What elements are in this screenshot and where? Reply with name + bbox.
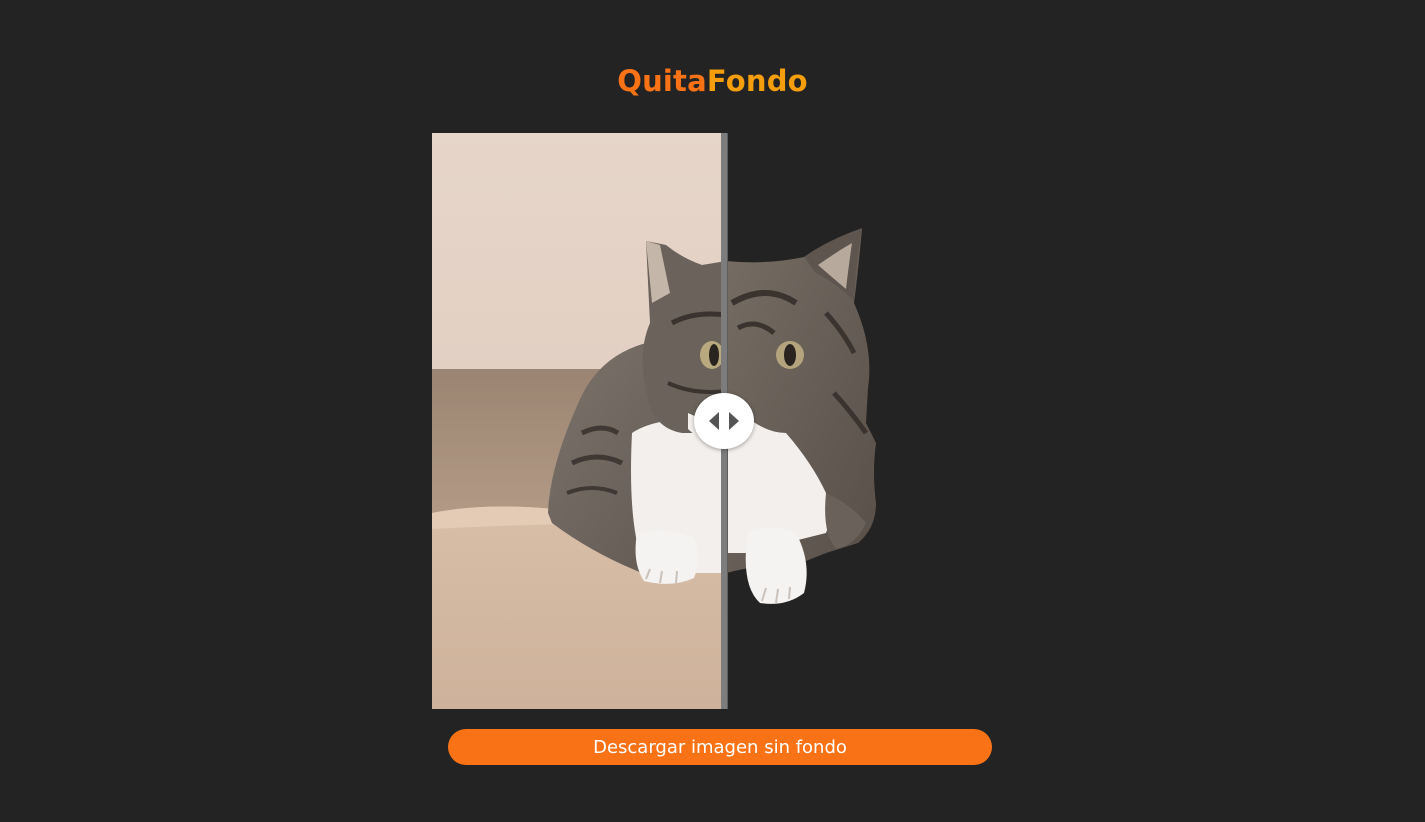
before-after-comparison[interactable] (432, 133, 1022, 709)
left-right-arrows-icon (709, 412, 739, 430)
app-logo: QuitaFondo (0, 64, 1425, 98)
logo-part-quita: Quita (617, 64, 707, 98)
original-image (432, 133, 726, 709)
app-page: QuitaFondo Descargar imagen sin fondo (0, 0, 1425, 822)
comparison-slider-handle[interactable] (694, 393, 754, 449)
result-image (726, 133, 1022, 709)
download-button[interactable]: Descargar imagen sin fondo (448, 729, 992, 765)
logo-part-fondo: Fondo (706, 64, 808, 98)
